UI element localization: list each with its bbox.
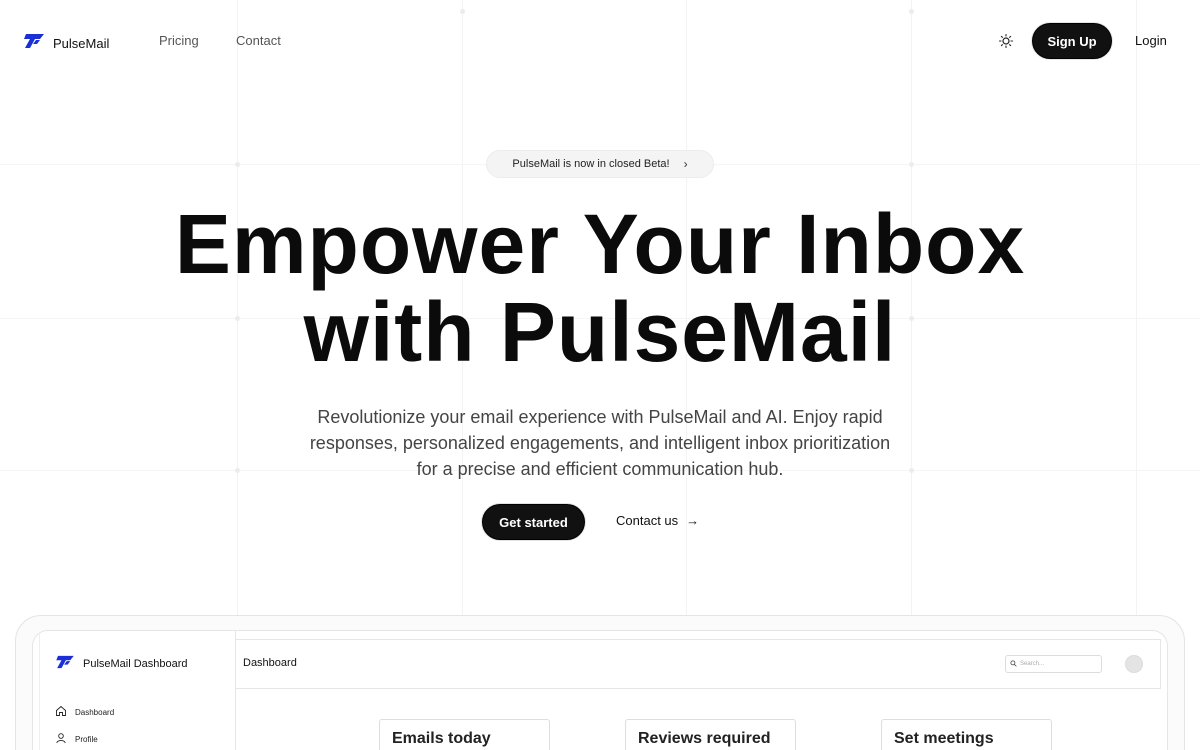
sidebar-item-profile[interactable]: Profile: [55, 732, 98, 746]
search-placeholder: Search...: [1020, 661, 1045, 667]
brand-logo-link[interactable]: PulseMail: [23, 33, 109, 54]
home-icon: [55, 705, 67, 719]
user-icon: [55, 732, 67, 746]
dashboard-search-input[interactable]: Search...: [1005, 655, 1102, 673]
sign-up-button[interactable]: Sign Up: [1032, 23, 1112, 59]
dashboard-sidebar: PulseMail Dashboard Dashboard Profile: [33, 631, 236, 750]
beta-announcement-badge[interactable]: PulseMail is now in closed Beta! ›: [486, 150, 714, 178]
pulsemail-logo-icon: [23, 33, 45, 54]
brand-name: PulseMail: [53, 36, 110, 51]
hero-title-line-2: with PulseMail: [303, 285, 897, 379]
chevron-right-icon: ›: [683, 157, 688, 171]
search-icon: [1010, 659, 1017, 669]
dashboard-brand: PulseMail Dashboard: [55, 655, 188, 672]
hero-subtitle: Revolutionize your email experience with…: [309, 407, 891, 479]
dashboard-preview: PulseMail Dashboard Dashboard Profile Da…: [32, 630, 1168, 750]
dashboard-page-title: Dashboard: [243, 657, 297, 669]
login-link[interactable]: Login: [1135, 33, 1167, 48]
get-started-button[interactable]: Get started: [482, 504, 585, 540]
hero-title-line-1: Empower Your Inbox: [174, 197, 1026, 291]
contact-us-link[interactable]: Contact us →: [616, 513, 699, 528]
stat-card-emails-today: Emails today: [379, 719, 550, 750]
sidebar-item-label: Dashboard: [75, 707, 115, 717]
beta-badge-text: PulseMail is now in closed Beta!: [512, 158, 670, 170]
dashboard-main: Dashboard Search... Emails today Reviews…: [236, 631, 1167, 750]
sun-icon[interactable]: [998, 33, 1014, 49]
hero-title: Empower Your Inbox with PulseMail: [0, 200, 1200, 376]
contact-us-label: Contact us: [616, 513, 679, 528]
nav-link-contact[interactable]: Contact: [236, 33, 281, 48]
pulsemail-logo-icon: [55, 655, 75, 672]
stat-card-reviews-required: Reviews required: [625, 719, 796, 750]
sidebar-item-label: Profile: [75, 734, 98, 744]
sidebar-item-dashboard[interactable]: Dashboard: [55, 705, 114, 719]
top-nav: PulseMail Pricing Contact Sign Up Login: [0, 0, 1200, 82]
dashboard-header: Dashboard Search...: [236, 639, 1161, 689]
dashboard-brand-name: PulseMail Dashboard: [83, 657, 188, 670]
avatar[interactable]: [1125, 655, 1143, 673]
nav-link-pricing[interactable]: Pricing: [159, 33, 199, 48]
stat-card-set-meetings: Set meetings: [881, 719, 1052, 750]
arrow-right-icon: →: [686, 513, 700, 528]
